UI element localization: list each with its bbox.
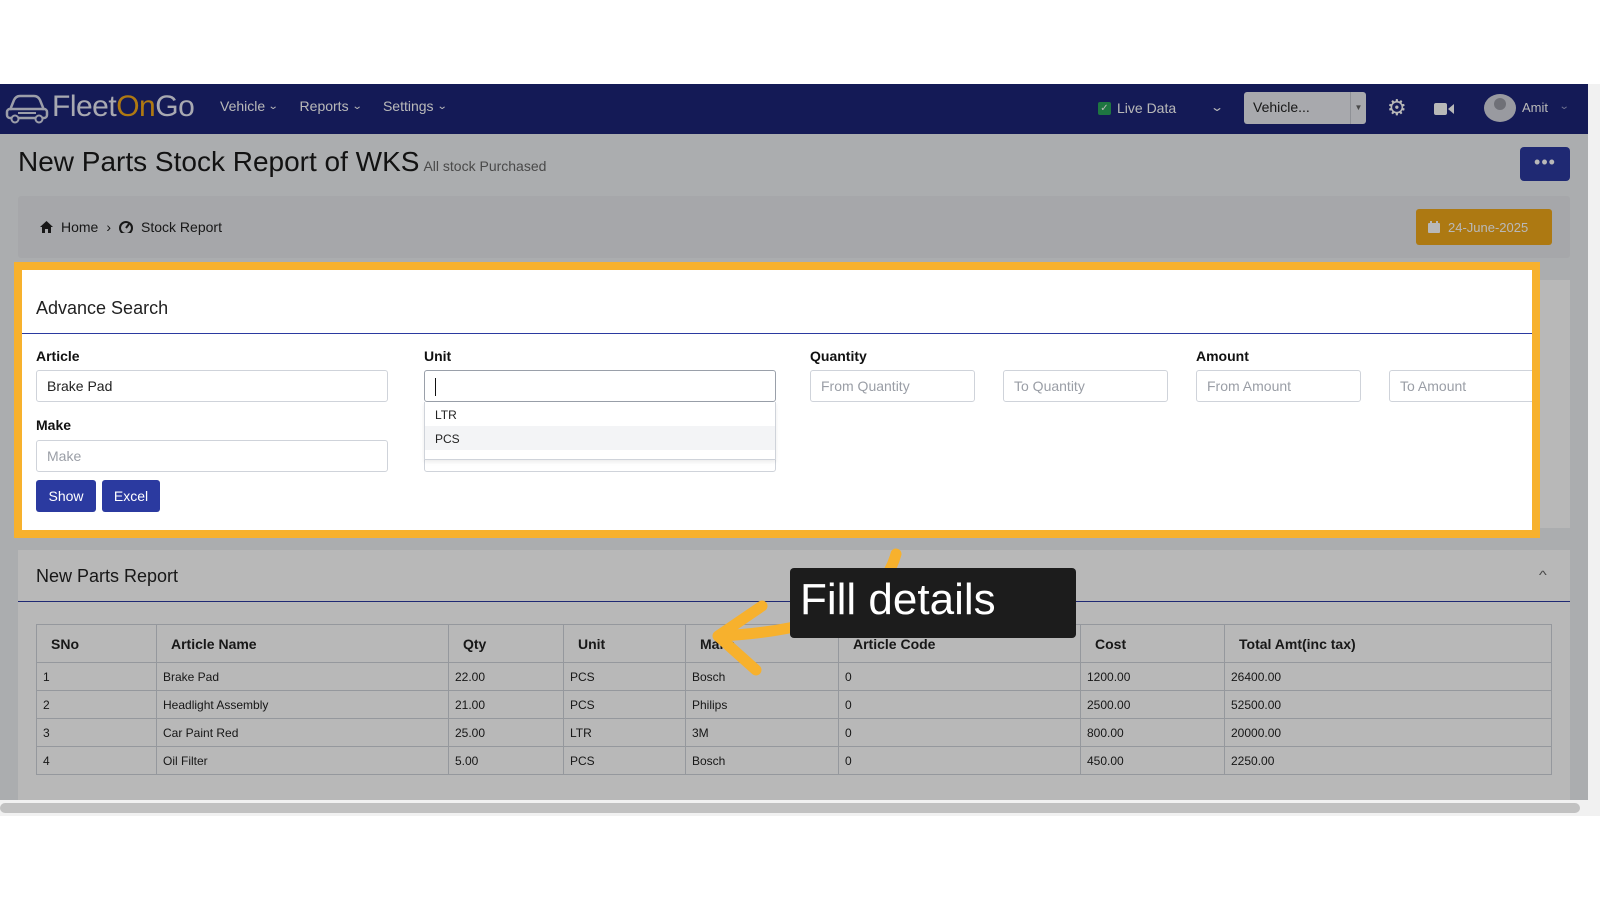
advance-search-content: Advance Search ^ Article Brake Pad Unit … [22, 270, 1540, 530]
horizontal-scrollbar[interactable] [0, 800, 1588, 816]
to-quantity-input[interactable]: To Quantity [1003, 370, 1168, 402]
advance-search-panel: Advance Search ^ Article Brake Pad Unit … [22, 282, 1540, 530]
amount-label: Amount [1196, 348, 1249, 364]
make-label: Make [36, 417, 72, 433]
article-input[interactable]: Brake Pad [36, 370, 388, 402]
unit-option-ltr[interactable]: LTR [425, 402, 775, 426]
make-input[interactable]: Make [36, 440, 388, 472]
chevron-up-icon[interactable]: ^ [1539, 300, 1540, 314]
show-button[interactable]: Show [36, 480, 96, 512]
from-quantity-input[interactable]: From Quantity [810, 370, 975, 402]
article-label: Article [36, 348, 80, 364]
unit-option-pcs[interactable]: PCS [425, 426, 775, 450]
quantity-label: Quantity [810, 348, 867, 364]
unit-dropdown: LTR PCS [424, 402, 776, 460]
app-viewport: FleetOnGo Vehicle ⌄ Reports ⌄ Settings ⌄ ✓ … [0, 84, 1588, 816]
search-panel-title: Advance Search [36, 298, 169, 318]
vertical-scrollbar[interactable] [1588, 84, 1600, 816]
scrollbar-thumb[interactable] [0, 803, 1580, 813]
text-cursor [435, 378, 436, 396]
search-panel-header: Advance Search ^ [22, 282, 1540, 334]
unit-label: Unit [424, 348, 452, 364]
tutorial-callout: Fill details [790, 568, 1076, 638]
to-amount-input[interactable]: To Amount [1389, 370, 1532, 402]
excel-button[interactable]: Excel [102, 480, 160, 512]
from-amount-input[interactable]: From Amount [1196, 370, 1361, 402]
tutorial-highlight-box: Advance Search ^ Article Brake Pad Unit … [14, 262, 1540, 538]
unit-search-input[interactable] [424, 370, 776, 402]
